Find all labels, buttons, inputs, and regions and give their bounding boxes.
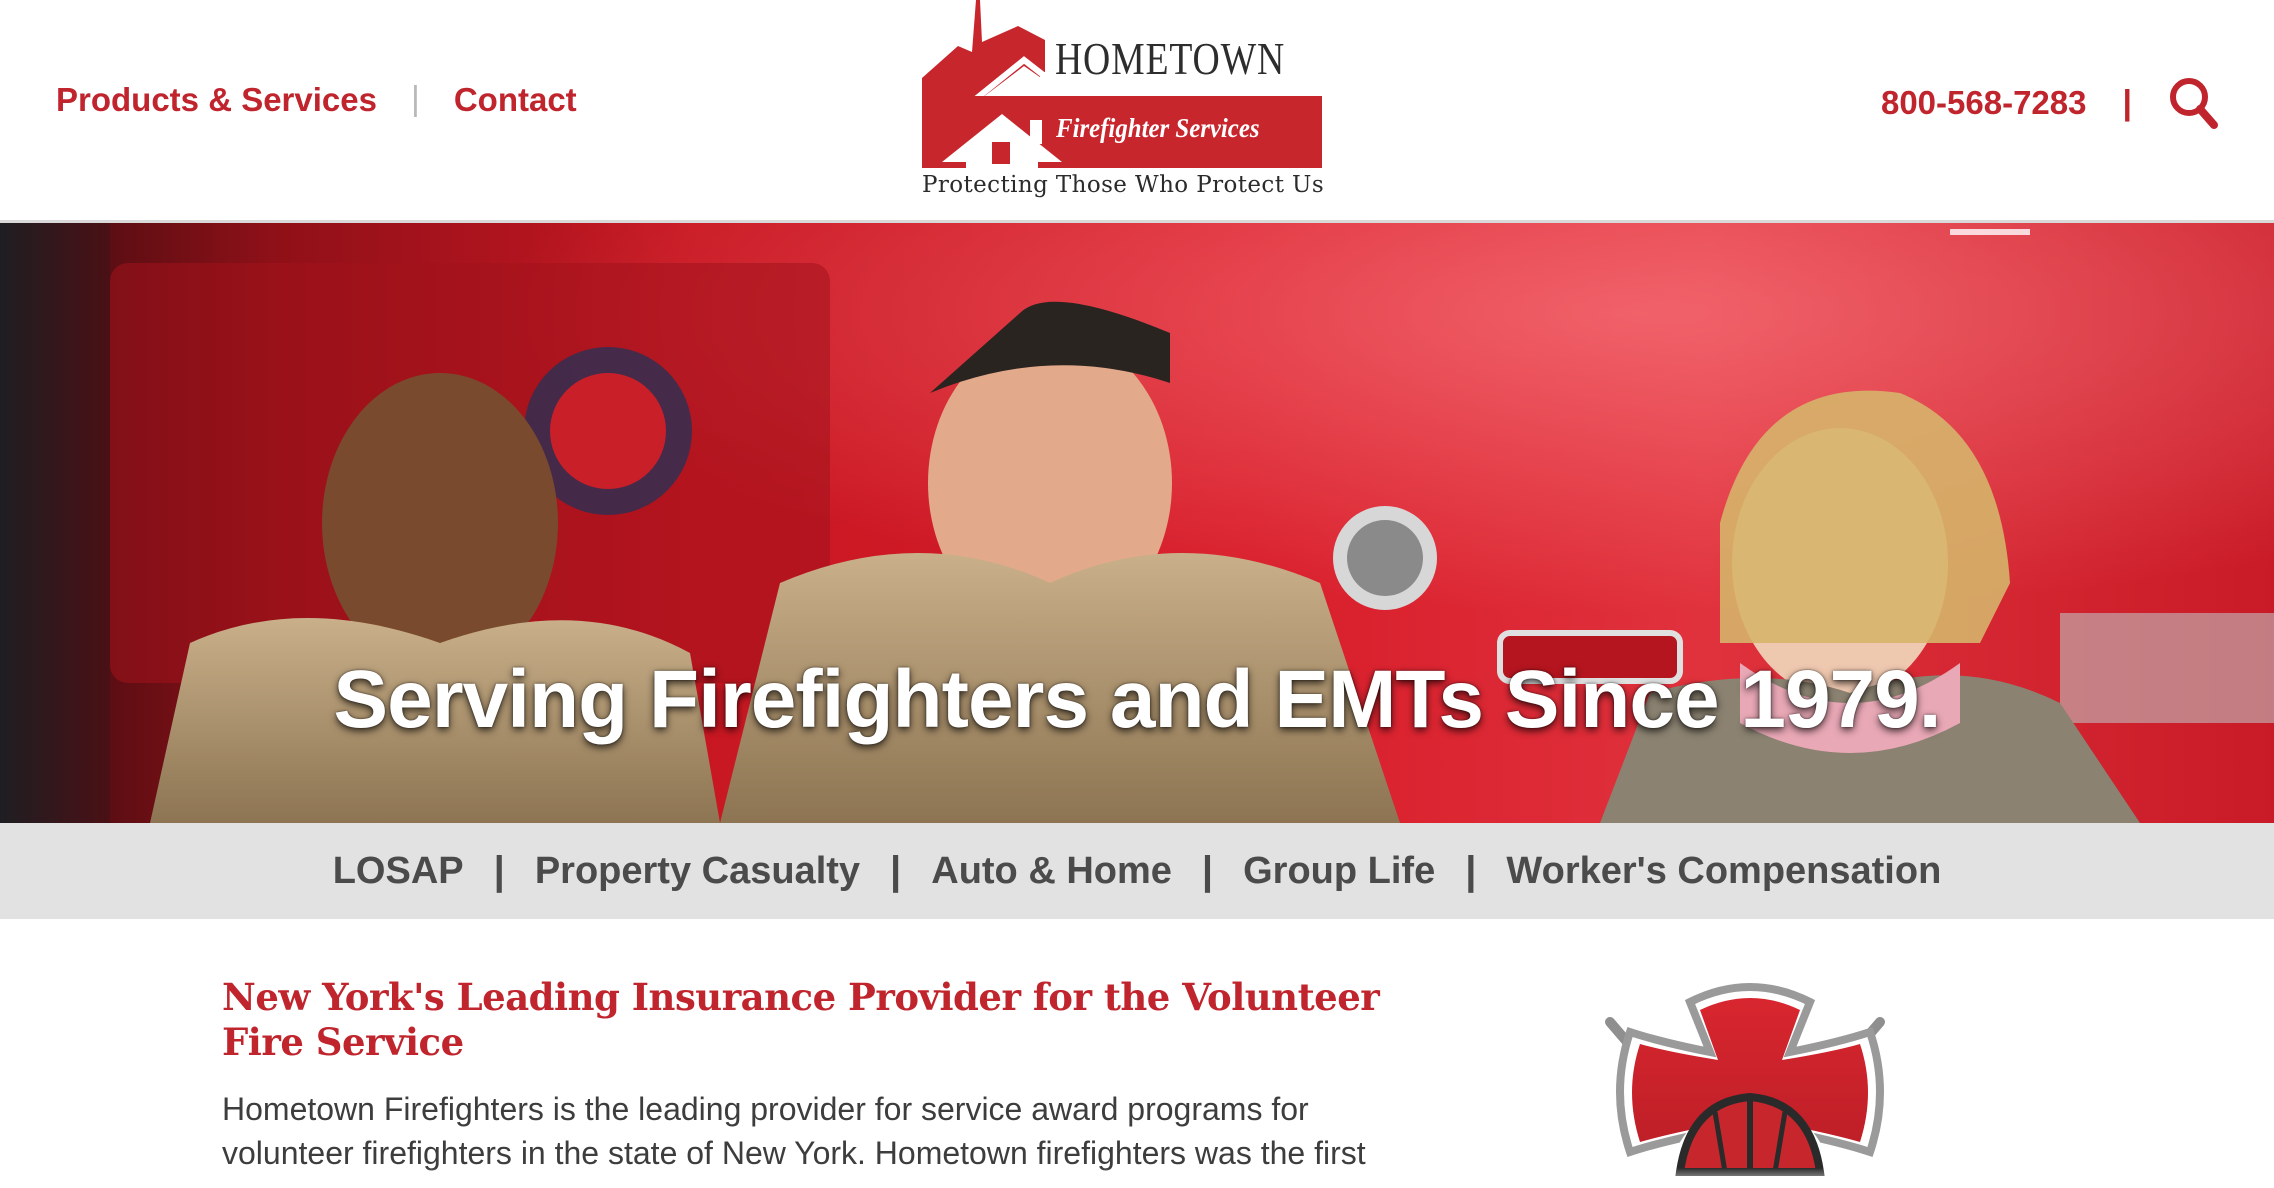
site-header: Products & Services | Contact HOMETOWN F…	[0, 0, 2274, 222]
hero-banner: Serving Firefighters and EMTs Since 1979…	[0, 223, 2274, 823]
service-separator: |	[890, 848, 902, 893]
logo-wordmark: HOMETOWN	[1055, 33, 1286, 84]
maltese-cross-helmet-icon	[1605, 983, 1885, 1188]
site-logo[interactable]: HOMETOWN Firefighter Services Protecting…	[920, 0, 1326, 210]
service-link-group-life[interactable]: Group Life	[1243, 850, 1435, 893]
nav-products-services-link[interactable]: Products & Services	[56, 81, 377, 119]
header-separator: |	[2122, 83, 2132, 122]
logo-tagline: Protecting Those Who Protect Us	[922, 172, 1325, 198]
service-link-losap[interactable]: LOSAP	[333, 850, 464, 893]
service-link-property-casualty[interactable]: Property Casualty	[535, 850, 860, 893]
service-separator: |	[493, 848, 505, 893]
phone-link[interactable]: 800-568-7283	[1881, 84, 2087, 122]
nav-separator: |	[410, 80, 420, 118]
search-icon[interactable]	[2168, 76, 2218, 130]
hero-heading: Serving Firefighters and EMTs Since 1979…	[333, 654, 1941, 745]
service-nav: LOSAP | Property Casualty | Auto & Home …	[0, 823, 2274, 919]
logo-subtitle: Firefighter Services	[1056, 113, 1260, 143]
service-separator: |	[1201, 848, 1214, 893]
service-separator: |	[1465, 848, 1477, 893]
header-contact-area: 800-568-7283 |	[1881, 76, 2218, 130]
service-link-auto-home[interactable]: Auto & Home	[931, 850, 1172, 893]
nav-contact-link[interactable]: Contact	[454, 81, 577, 119]
service-link-workers-compensation[interactable]: Worker's Compensation	[1506, 850, 1941, 893]
main-content: New York's Leading Insurance Provider fo…	[222, 975, 1442, 1175]
header-nav: Products & Services | Contact	[56, 80, 577, 119]
page-heading: New York's Leading Insurance Provider fo…	[222, 975, 1380, 1064]
intro-paragraph: Hometown Firefighters is the leading pro…	[222, 1091, 1366, 1171]
